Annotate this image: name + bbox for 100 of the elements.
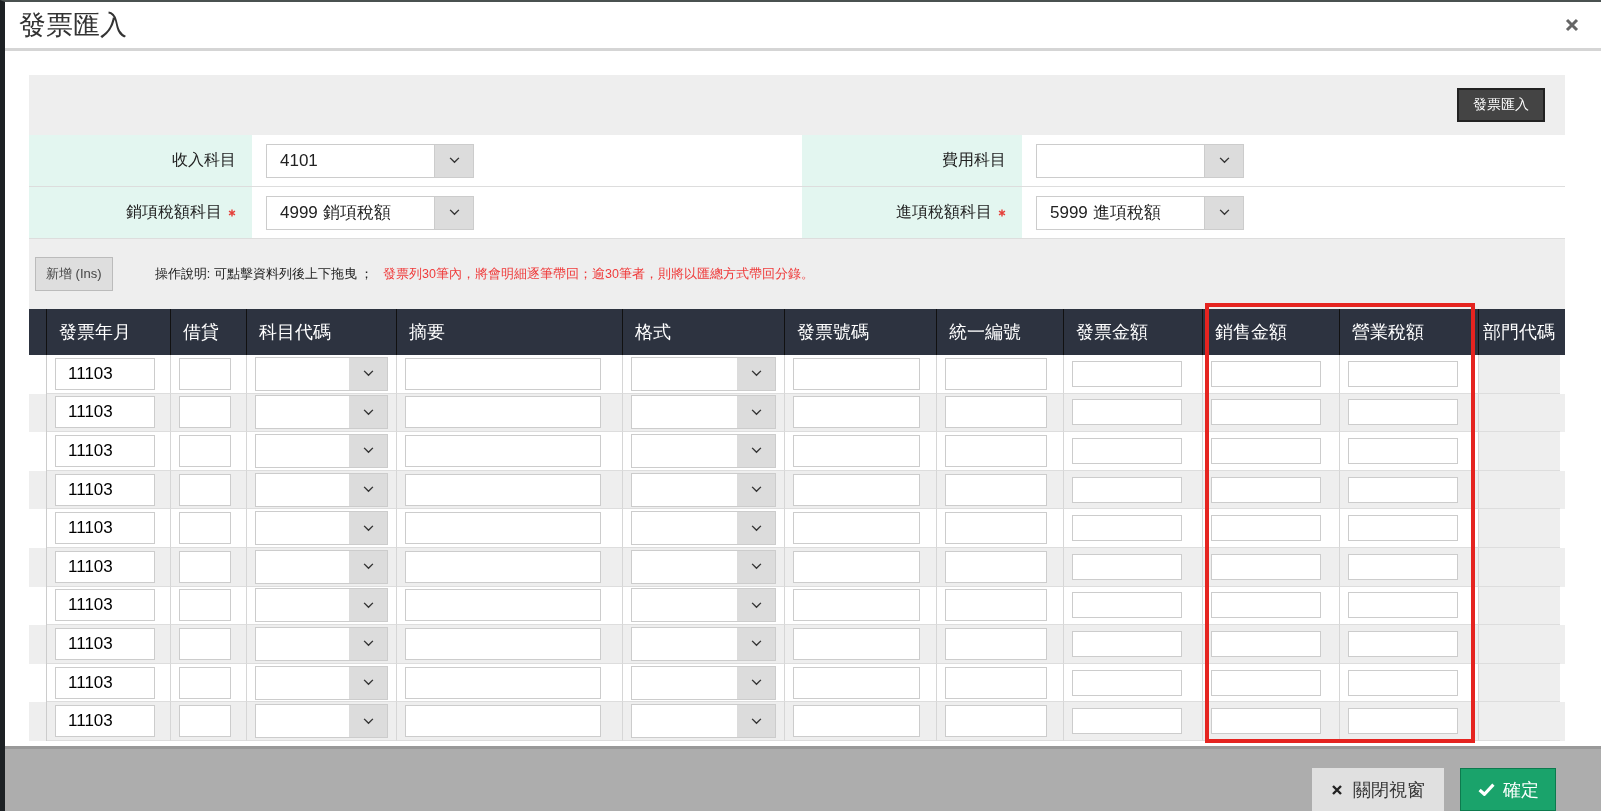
year-month-input[interactable]: 11103 — [55, 357, 155, 390]
text-input[interactable] — [405, 512, 601, 545]
text-input[interactable] — [179, 396, 231, 429]
text-input[interactable] — [793, 666, 920, 699]
text-input[interactable] — [405, 589, 601, 622]
year-month-input[interactable]: 11103 — [55, 396, 155, 429]
amount-input[interactable] — [1348, 669, 1458, 696]
dropdown-select[interactable] — [255, 626, 388, 661]
dropdown-select[interactable] — [255, 511, 388, 546]
text-input[interactable] — [405, 435, 601, 467]
dropdown-select[interactable] — [631, 549, 776, 584]
text-input[interactable] — [793, 550, 920, 583]
text-input[interactable] — [179, 666, 231, 699]
dropdown-select[interactable] — [255, 434, 388, 468]
dropdown-select[interactable] — [631, 434, 776, 468]
text-input[interactable] — [945, 357, 1047, 390]
account-select[interactable] — [1036, 143, 1244, 178]
text-input[interactable] — [793, 627, 920, 660]
amount-input[interactable] — [1211, 708, 1321, 735]
text-input[interactable] — [179, 627, 231, 660]
account-select[interactable]: 4999 銷項稅額 — [266, 195, 474, 230]
dropdown-select[interactable] — [255, 356, 388, 391]
amount-input[interactable] — [1211, 630, 1321, 657]
year-month-input[interactable]: 11103 — [55, 589, 155, 622]
text-input[interactable] — [405, 396, 601, 429]
amount-input[interactable] — [1072, 476, 1182, 503]
amount-input[interactable] — [1348, 630, 1458, 657]
account-select[interactable]: 4101 — [266, 143, 474, 178]
text-input[interactable] — [793, 512, 920, 545]
amount-input[interactable] — [1211, 438, 1321, 464]
year-month-input[interactable]: 11103 — [55, 705, 155, 738]
text-input[interactable] — [405, 550, 601, 583]
text-input[interactable] — [405, 627, 601, 660]
text-input[interactable] — [793, 473, 920, 506]
text-input[interactable] — [793, 396, 920, 429]
text-input[interactable] — [945, 435, 1047, 467]
dropdown-select[interactable] — [631, 704, 776, 739]
amount-input[interactable] — [1211, 592, 1321, 619]
dropdown-select[interactable] — [255, 395, 388, 430]
import-button[interactable]: 發票匯入 — [1457, 88, 1545, 122]
table-row[interactable]: 11103 — [29, 355, 1565, 394]
text-input[interactable] — [179, 550, 231, 583]
close-window-button[interactable]: 關閉視窗 — [1312, 768, 1444, 811]
amount-input[interactable] — [1211, 515, 1321, 542]
text-input[interactable] — [179, 435, 231, 467]
amount-input[interactable] — [1072, 669, 1182, 696]
amount-input[interactable] — [1072, 515, 1182, 542]
dropdown-select[interactable] — [255, 704, 388, 739]
dropdown-select[interactable] — [631, 626, 776, 661]
dropdown-select[interactable] — [631, 395, 776, 430]
amount-input[interactable] — [1348, 553, 1458, 580]
amount-input[interactable] — [1072, 630, 1182, 657]
text-input[interactable] — [945, 512, 1047, 545]
amount-input[interactable] — [1348, 399, 1458, 426]
amount-input[interactable] — [1211, 553, 1321, 580]
amount-input[interactable] — [1348, 360, 1458, 387]
text-input[interactable] — [405, 473, 601, 506]
dropdown-select[interactable] — [631, 356, 776, 391]
amount-input[interactable] — [1072, 399, 1182, 426]
amount-input[interactable] — [1072, 592, 1182, 619]
amount-input[interactable] — [1211, 399, 1321, 426]
text-input[interactable] — [793, 705, 920, 738]
year-month-input[interactable]: 11103 — [55, 550, 155, 583]
amount-input[interactable] — [1348, 515, 1458, 542]
text-input[interactable] — [945, 705, 1047, 738]
text-input[interactable] — [945, 396, 1047, 429]
amount-input[interactable] — [1072, 708, 1182, 735]
dropdown-select[interactable] — [255, 549, 388, 584]
amount-input[interactable] — [1348, 708, 1458, 735]
dropdown-select[interactable] — [631, 472, 776, 507]
text-input[interactable] — [945, 589, 1047, 622]
text-input[interactable] — [945, 666, 1047, 699]
text-input[interactable] — [179, 357, 231, 390]
amount-input[interactable] — [1072, 360, 1182, 387]
year-month-input[interactable]: 11103 — [55, 435, 155, 467]
add-button[interactable]: 新增 (Ins) — [35, 257, 113, 291]
year-month-input[interactable]: 11103 — [55, 666, 155, 699]
amount-input[interactable] — [1211, 360, 1321, 387]
amount-input[interactable] — [1072, 553, 1182, 580]
close-icon[interactable] — [1565, 18, 1579, 32]
text-input[interactable] — [179, 512, 231, 545]
dropdown-select[interactable] — [631, 665, 776, 700]
amount-input[interactable] — [1348, 438, 1458, 464]
account-select[interactable]: 5999 進項稅額 — [1036, 195, 1244, 230]
amount-input[interactable] — [1348, 592, 1458, 619]
year-month-input[interactable]: 11103 — [55, 627, 155, 660]
table-row[interactable]: 11103 — [29, 432, 1565, 471]
text-input[interactable] — [405, 705, 601, 738]
amount-input[interactable] — [1211, 669, 1321, 696]
table-row[interactable]: 11103 — [29, 663, 1565, 703]
year-month-input[interactable]: 11103 — [55, 473, 155, 506]
dropdown-select[interactable] — [255, 588, 388, 623]
amount-input[interactable] — [1348, 476, 1458, 503]
text-input[interactable] — [793, 589, 920, 622]
text-input[interactable] — [793, 357, 920, 390]
amount-input[interactable] — [1211, 476, 1321, 503]
text-input[interactable] — [179, 473, 231, 506]
text-input[interactable] — [405, 666, 601, 699]
dropdown-select[interactable] — [631, 588, 776, 623]
amount-input[interactable] — [1072, 438, 1182, 464]
